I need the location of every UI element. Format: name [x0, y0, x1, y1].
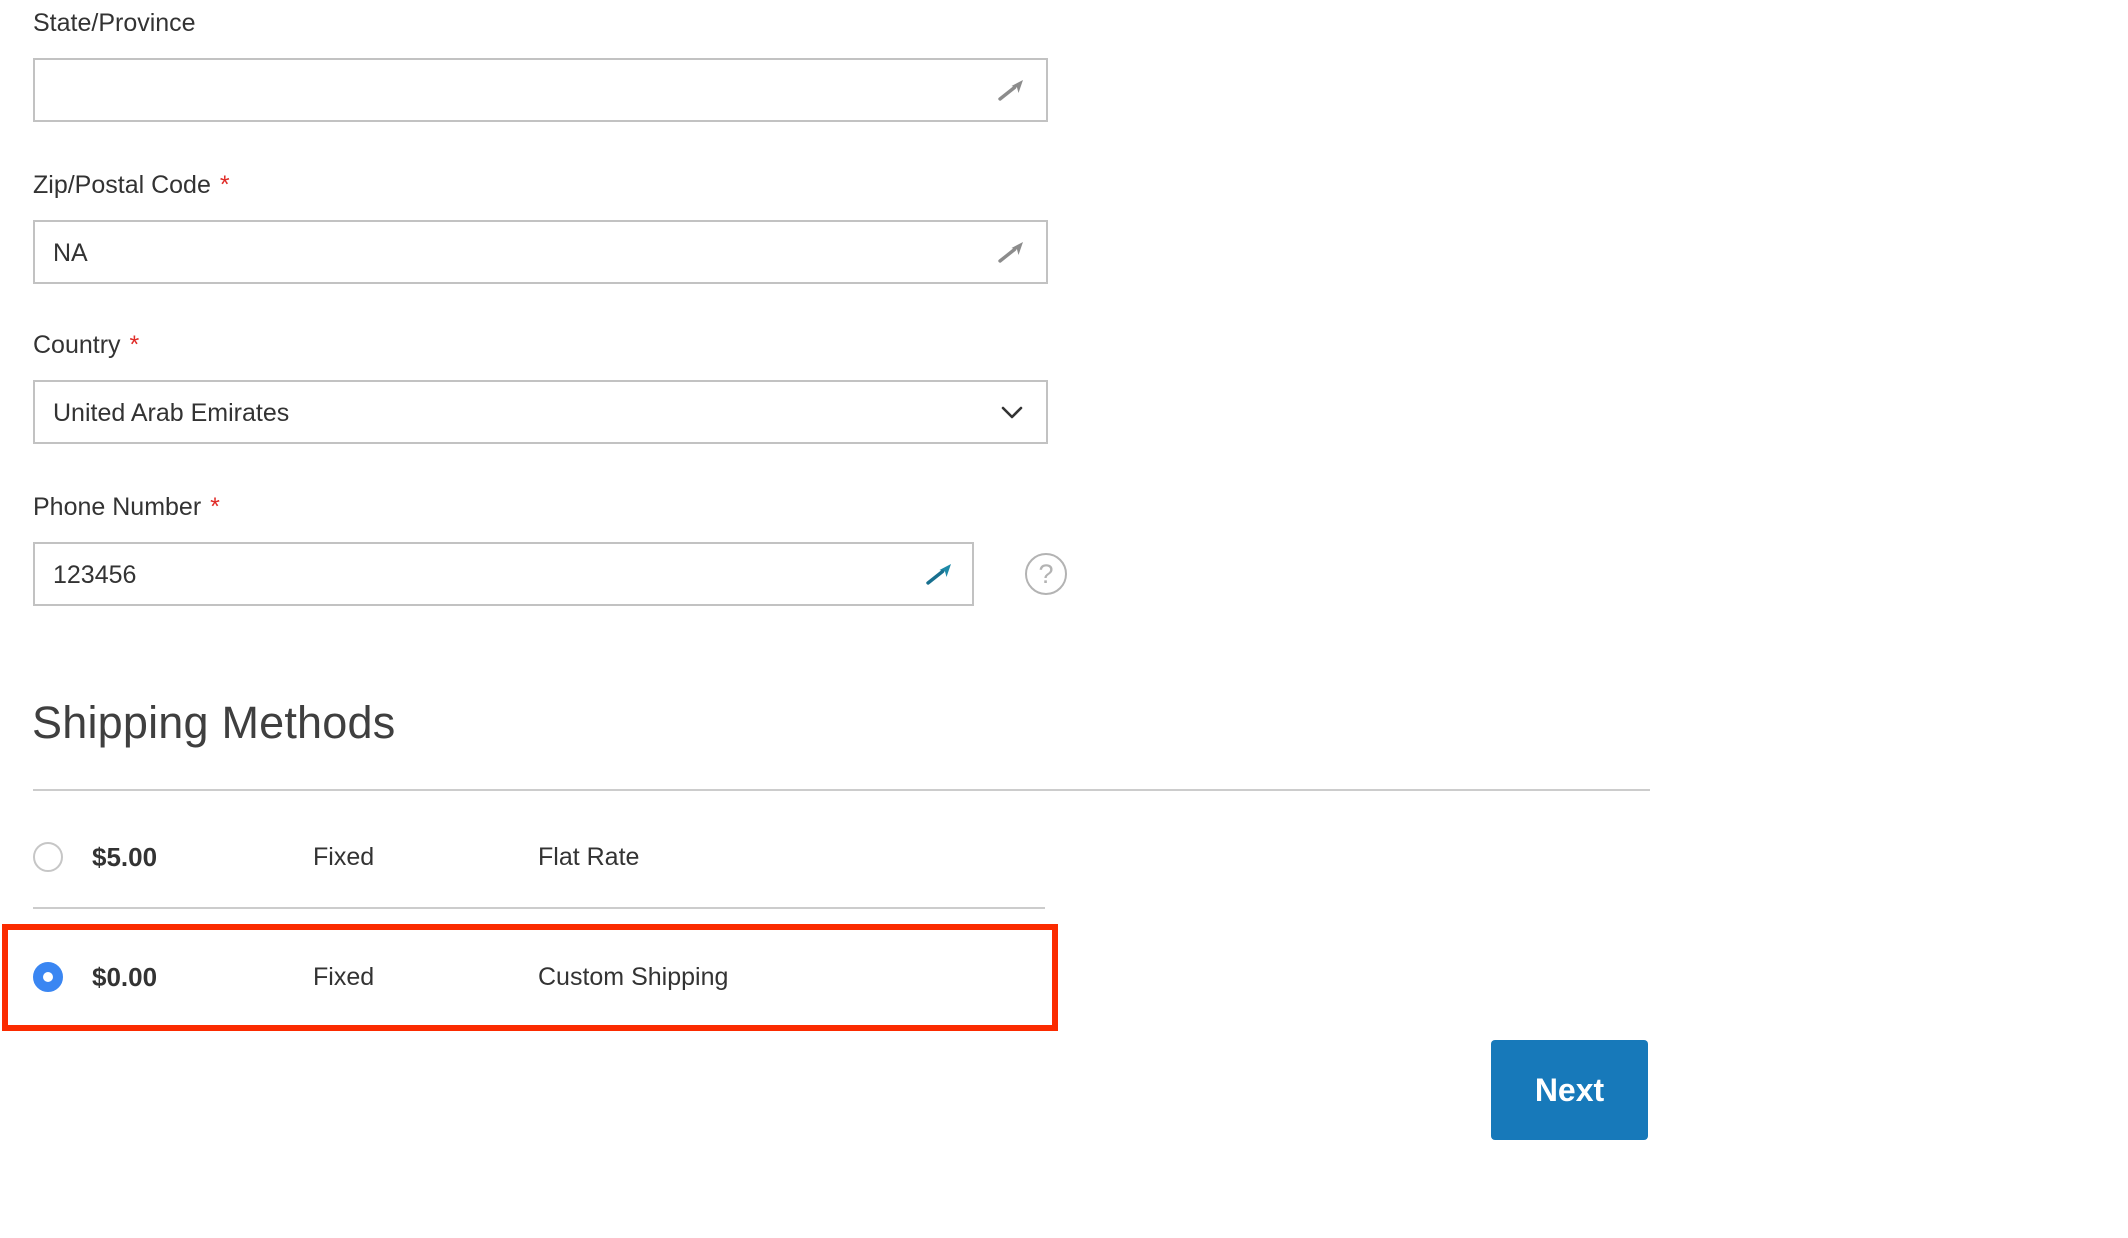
required-asterisk: * — [129, 331, 140, 359]
zip-postal-code-input[interactable]: NA — [33, 220, 1048, 284]
state-province-label: State/Province — [33, 9, 196, 37]
wand-icon[interactable] — [994, 235, 1028, 269]
country-selected-value: United Arab Emirates — [53, 399, 290, 427]
phone-number-input[interactable]: 123456 — [33, 542, 974, 606]
phone-number-label-text: Phone Number — [33, 493, 202, 521]
wand-icon[interactable] — [994, 73, 1028, 107]
shipping-divider-top — [33, 789, 1650, 791]
country-select[interactable]: United Arab Emirates — [33, 380, 1048, 444]
state-province-field-group: State/Province — [33, 8, 1048, 122]
country-field-group: Country * United Arab Emirates — [33, 330, 1048, 444]
zip-postal-code-label-text: Zip/Postal Code — [33, 171, 211, 199]
shipping-method-type: Fixed — [313, 963, 375, 991]
shipping-method-type: Fixed — [313, 843, 375, 871]
phone-number-label: Phone Number * — [33, 492, 1093, 522]
required-asterisk: * — [219, 171, 230, 199]
country-label: Country * — [33, 330, 1048, 360]
phone-number-value: 123456 — [53, 561, 137, 589]
phone-number-field-group: Phone Number * 123456 ? — [33, 492, 1093, 606]
wand-icon[interactable] — [922, 557, 956, 591]
phone-number-row: 123456 ? — [33, 542, 1093, 606]
required-asterisk: * — [210, 493, 220, 521]
shipping-methods-heading: Shipping Methods — [32, 697, 396, 748]
help-icon[interactable]: ? — [1025, 553, 1067, 595]
state-province-input[interactable] — [33, 58, 1048, 122]
shipping-divider-middle — [33, 907, 1045, 909]
chevron-down-icon[interactable] — [998, 398, 1026, 426]
zip-postal-code-label: Zip/Postal Code * — [33, 170, 1048, 200]
country-label-text: Country — [33, 331, 121, 359]
shipping-method-radio-custom-shipping[interactable] — [33, 962, 63, 992]
zip-postal-code-value: NA — [53, 239, 88, 267]
shipping-method-carrier: Flat Rate — [538, 843, 640, 871]
shipping-method-carrier: Custom Shipping — [538, 963, 729, 991]
shipping-method-price: $5.00 — [92, 842, 158, 872]
shipping-method-row-custom-shipping[interactable]: $0.00 Fixed Custom Shipping — [0, 950, 1048, 1004]
shipping-method-price: $0.00 — [92, 962, 158, 992]
next-button[interactable]: Next — [1491, 1040, 1648, 1140]
zip-postal-code-field-group: Zip/Postal Code * NA — [33, 170, 1048, 284]
shipping-method-row-flat-rate[interactable]: $5.00 Fixed Flat Rate — [0, 830, 1048, 884]
shipping-method-radio-flat-rate[interactable] — [33, 842, 63, 872]
